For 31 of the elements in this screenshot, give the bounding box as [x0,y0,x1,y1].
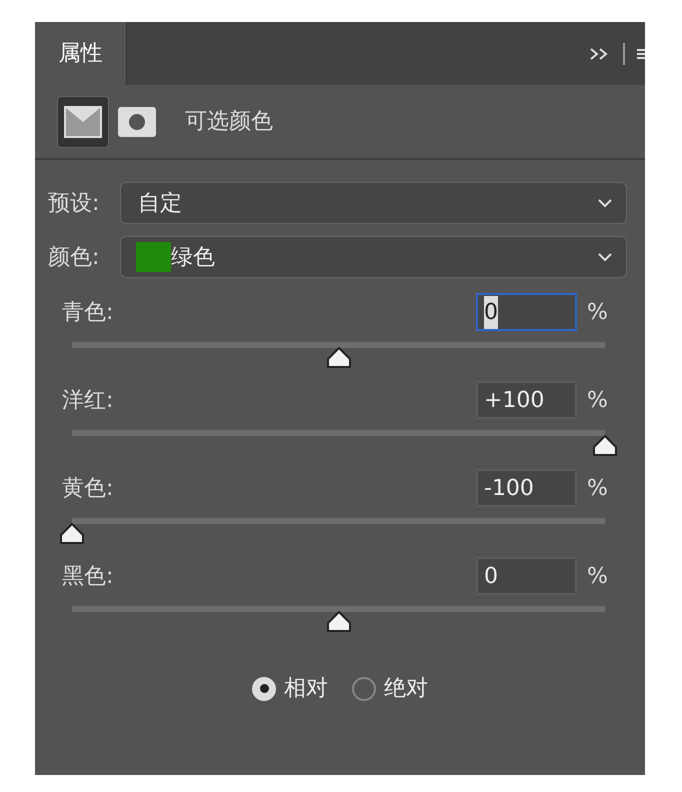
value-field[interactable]: +100 [476,381,577,419]
radio-option[interactable]: 相对 [252,672,328,705]
unit-label: % [587,474,607,502]
slider-thumb[interactable] [592,434,618,458]
slider-thumb[interactable] [326,346,352,370]
value-field[interactable]: -100 [476,469,577,507]
radio-button[interactable] [252,676,276,700]
slider-thumb[interactable] [326,610,352,634]
chevron-icon [598,252,612,262]
slider-thumb[interactable] [59,522,85,546]
tab[interactable]: 属性 [35,22,127,85]
slider-label: 黄色: [62,474,114,502]
slider-label: 黑色: [62,562,114,590]
value-field[interactable]: 0 [476,293,577,331]
chevron-icon [598,198,612,208]
slider-label: 洋红: [62,386,114,414]
field-label: 颜色: [48,244,100,272]
adjustment-icon [64,106,102,138]
unit-label: % [587,562,607,590]
panel-title: 可选颜色 [185,108,273,136]
dropdown[interactable]: 绿色 [120,236,627,278]
mask-icon [118,106,156,136]
slider-label: 青色: [62,298,114,326]
field-label: 预设: [48,190,100,218]
unit-label: % [587,298,607,326]
dropdown[interactable]: 自定 [120,182,627,224]
unit-label: % [587,386,607,414]
adjustment-button[interactable] [57,96,109,148]
value-field[interactable]: 0 [476,557,577,595]
radio-option[interactable]: 绝对 [352,672,428,705]
radio-button[interactable] [352,676,376,700]
